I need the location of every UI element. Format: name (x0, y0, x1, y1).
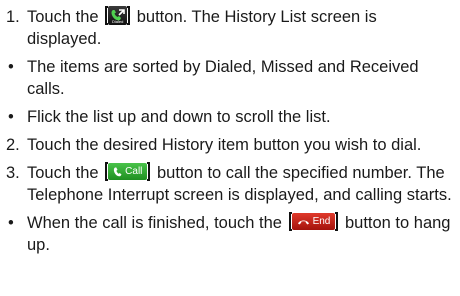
step-3-text-before: Touch the (27, 164, 99, 182)
bracket-right (147, 162, 151, 181)
history-icon-caption: Dialed (111, 19, 124, 24)
bullet-3-text-before: When the call is finished, touch the (27, 214, 282, 232)
bullet-3: • When the call is finished, touch the E… (6, 212, 454, 256)
history-icon: Dialed (108, 6, 128, 25)
call-button-label: Call (125, 165, 143, 177)
step-number: 3. (6, 164, 20, 182)
end-button-illustration: End (288, 212, 339, 231)
step-2-text: Touch the desired History item button yo… (27, 136, 422, 154)
bullet-1-text: The items are sorted by Dialed, Missed a… (27, 58, 419, 98)
bullet-1: • The items are sorted by Dialed, Missed… (6, 56, 454, 100)
end-button-label: End (312, 215, 331, 227)
end-button-graphic: End (291, 213, 336, 230)
bullet-dot: • (8, 214, 14, 232)
bullet-dot: • (8, 58, 14, 76)
step-number: 1. (6, 8, 20, 26)
call-button-graphic: Call (108, 163, 148, 180)
bullet-2-text: Flick the list up and down to scroll the… (27, 108, 331, 126)
phone-icon (114, 167, 122, 176)
step-2: 2. Touch the desired History item button… (6, 134, 454, 156)
bracket-right (127, 6, 131, 25)
step-number: 2. (6, 136, 20, 154)
call-button-illustration: Call (105, 162, 151, 181)
step-1-text-before: Touch the (27, 8, 99, 26)
step-3: 3. Touch the Call button to call the spe… (6, 162, 454, 206)
bullet-2: • Flick the list up and down to scroll t… (6, 106, 454, 128)
step-1: 1. Touch the Dialed button. The History … (6, 6, 454, 50)
bracket-right (335, 212, 339, 231)
history-button-illustration: Dialed (105, 6, 131, 25)
bullet-dot: • (8, 108, 14, 126)
instruction-document: 1. Touch the Dialed button. The History … (6, 6, 454, 262)
hang-up-icon (297, 220, 309, 225)
